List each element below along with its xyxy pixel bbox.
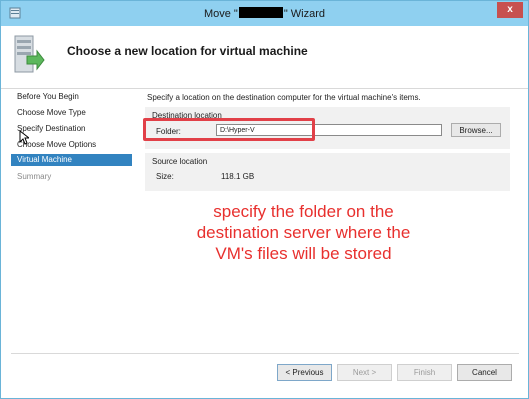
nav-item-specify-destination[interactable]: Specify Destination bbox=[11, 123, 132, 135]
cancel-button[interactable]: Cancel bbox=[457, 364, 512, 381]
nav-item-choose-move-options[interactable]: Choose Move Options bbox=[11, 139, 132, 151]
source-location-group: Source location Size: 118.1 GB bbox=[145, 153, 510, 191]
title-bar[interactable]: Move " " Wizard x bbox=[1, 1, 528, 26]
previous-button[interactable]: < Previous bbox=[277, 364, 332, 381]
mouse-cursor-icon bbox=[19, 130, 29, 145]
close-button[interactable]: x bbox=[497, 2, 523, 18]
intro-text: Specify a location on the destination co… bbox=[147, 93, 421, 102]
next-button[interactable]: Next > bbox=[337, 364, 392, 381]
source-group-title: Source location bbox=[152, 157, 208, 166]
move-wizard-window: Move " " Wizard x Choose a new location f… bbox=[0, 0, 529, 399]
annotation-text: specify the folder on the destination se… bbox=[196, 202, 411, 263]
window-title: Move " " Wizard bbox=[1, 7, 528, 20]
close-icon: x bbox=[507, 4, 513, 15]
browse-button[interactable]: Browse... bbox=[451, 123, 501, 137]
nav-item-virtual-machine[interactable]: Virtual Machine bbox=[11, 154, 132, 166]
finish-button[interactable]: Finish bbox=[397, 364, 452, 381]
nav-item-before-you-begin[interactable]: Before You Begin bbox=[11, 91, 132, 103]
nav-item-summary[interactable]: Summary bbox=[11, 171, 132, 183]
wizard-nav: Before You Begin Choose Move Type Specif… bbox=[11, 89, 132, 339]
nav-item-choose-move-type[interactable]: Choose Move Type bbox=[11, 107, 132, 119]
footer-divider bbox=[11, 353, 519, 354]
wizard-header: Choose a new location for virtual machin… bbox=[1, 26, 528, 89]
page-title: Choose a new location for virtual machin… bbox=[67, 44, 308, 58]
window-title-suffix: " Wizard bbox=[283, 8, 326, 20]
size-value: 118.1 GB bbox=[221, 172, 255, 181]
server-move-icon bbox=[14, 35, 45, 73]
size-label: Size: bbox=[156, 172, 174, 181]
redacted-vm-name bbox=[238, 7, 283, 18]
window-title-prefix: Move " bbox=[203, 8, 238, 20]
folder-highlight-box bbox=[143, 118, 315, 141]
